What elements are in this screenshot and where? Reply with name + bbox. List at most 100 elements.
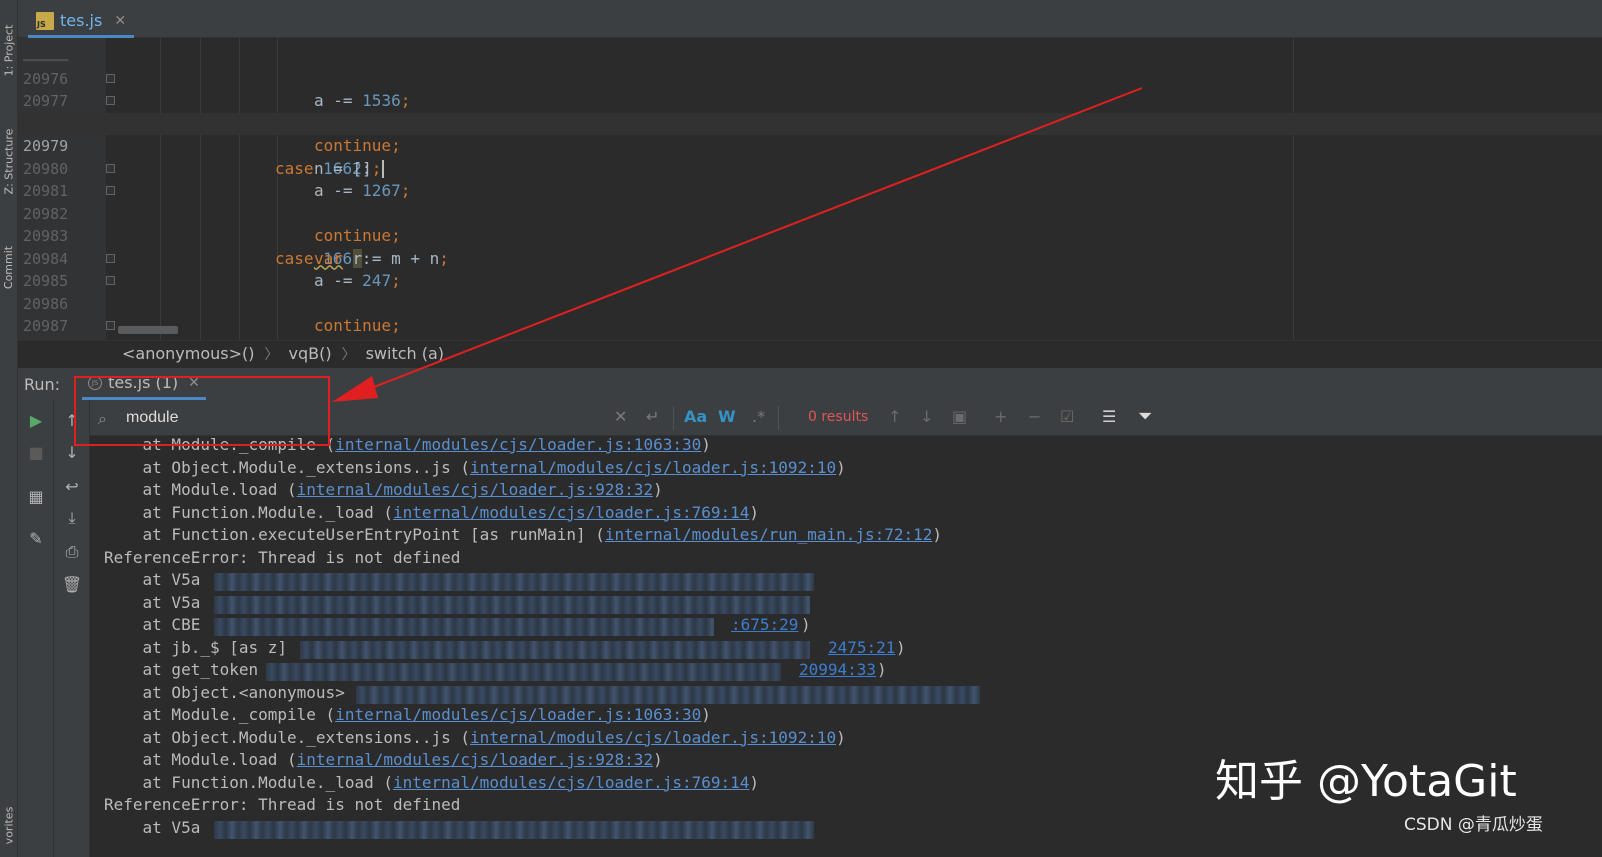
run-toolbar-secondary: ↑ ↓ ↩ ⤓ ⎙ 🗑 [54,400,90,857]
console-line: at get_token 20994:33) [104,659,887,682]
filter-icon[interactable]: ⏷ [1138,406,1152,427]
stack-link[interactable]: internal/modules/cjs/loader.js:1092:10 [470,728,836,747]
console-line: at Function.Module._load (internal/modul… [104,502,760,522]
code-line: 20981 continue; [18,158,1602,245]
code-line: 20987 break [18,293,1602,340]
structure-tool-tab[interactable]: Z: Structure [0,116,18,206]
stack-link[interactable]: internal/modules/run_main.js:72:12 [605,525,933,544]
fold-marker-icon[interactable] [106,321,115,330]
project-tab-label: 1: Project [2,24,16,76]
console-line: at Module.load (internal/modules/cjs/loa… [104,750,663,769]
left-tool-stripe: 1: Project Z: Structure Commit vorites [0,0,18,857]
fold-marker-icon[interactable] [106,186,115,195]
javascript-file-icon: JS [36,11,54,30]
chevron-right-icon: 〉 [264,346,279,363]
stack-link[interactable]: 20994:33 [799,659,876,682]
search-options-icon[interactable]: ☰ [1102,407,1116,426]
favorites-tool-tab[interactable]: vorites [0,800,18,850]
scroll-to-end-icon[interactable]: ⤓ [60,506,84,530]
console-error-line: ReferenceError: Thread is not defined [104,795,461,814]
editor-tab-bar: JS tes.js ✕ [18,0,1602,38]
close-tab-icon[interactable]: ✕ [114,13,126,29]
fold-marker-icon[interactable] [106,96,115,105]
console-error-line: ReferenceError: Thread is not defined [104,547,461,567]
divider [673,406,674,430]
run-title: Run: [24,374,61,394]
horizontal-scrollbar[interactable] [118,326,178,334]
project-tool-tab[interactable]: 1: Project [0,10,18,90]
code-line: 20983 var r = m + n; [23,227,449,268]
code-line: 20985 continue; [18,248,1602,335]
console-line: at Function.executeUserEntryPoint [as ru… [104,525,943,544]
redacted-region [214,573,814,591]
print-icon[interactable]: ⎙ [60,540,84,564]
stack-link[interactable]: 2475:21 [828,637,895,660]
new-line-icon[interactable]: ↵ [646,407,659,426]
rerun-icon[interactable]: ▶ [24,408,48,432]
current-code-line: 20979 n = []; [18,112,1602,178]
console-line: at CBE:675:29) [104,614,811,637]
stack-link[interactable]: internal/modules/cjs/loader.js:1063:30 [335,436,701,454]
console-line: at jb._$ [as z] 2475:21) [104,637,906,660]
fold-marker-icon[interactable] [106,276,115,285]
stack-link[interactable]: internal/modules/cjs/loader.js:769:14 [393,773,749,792]
console-line: at V5a [104,817,201,837]
structure-tab-label: Z: Structure [2,128,16,194]
match-case-toggle[interactable]: Aa [684,407,707,426]
select-all-occurrences-icon[interactable]: ▣ [952,407,967,426]
code-line: 20984 a -= 247; [23,249,401,291]
code-editor[interactable]: ▔▔▔▔▔ 20976 a -= 1536; 20977 continue; 2… [18,38,1602,340]
favorites-tab-label: vorites [2,806,16,844]
code-line: 20978 case 1662: [18,90,1602,178]
console-line: at Function.Module._load (internal/modul… [104,772,760,792]
breadcrumb-item[interactable]: switch (a) [366,344,444,363]
select-all-matches-icon[interactable]: ☑ [1060,407,1074,426]
regex-toggle[interactable]: .* [752,407,765,426]
commit-tool-tab[interactable]: Commit [0,232,18,302]
redacted-region [266,663,781,681]
next-occurrence-icon[interactable]: ↓ [920,407,933,426]
console-line: at Module._compile (internal/modules/cjs… [104,705,711,724]
redacted-region [300,641,810,659]
trash-icon[interactable]: 🗑 [60,572,84,596]
breadcrumb-item[interactable]: <anonymous>() [122,344,255,363]
fold-marker-icon[interactable] [106,73,115,83]
zhihu-watermark: 知乎 @YotaGit [1215,756,1517,807]
stack-link[interactable]: internal/modules/cjs/loader.js:1092:10 [470,458,836,477]
stack-link[interactable]: internal/modules/cjs/loader.js:928:32 [297,750,653,769]
commit-tab-label: Commit [2,245,16,289]
fold-marker-icon[interactable] [106,253,115,263]
code-line: 20982 case 1663: [18,180,1602,268]
layout-icon[interactable]: ▦ [24,484,48,508]
add-occurrence-icon[interactable]: + [994,407,1007,426]
code-line: 20988 } [18,315,1602,340]
stack-link[interactable]: internal/modules/cjs/loader.js:1063:30 [335,705,701,724]
console-line: at Object.Module._extensions..js (intern… [104,457,846,477]
stack-link[interactable]: :675:29 [731,614,798,637]
console-line: at Object.Module._extensions..js (intern… [104,727,846,747]
code-line: 20986 } [18,270,1602,340]
stack-link[interactable]: internal/modules/cjs/loader.js:928:32 [297,480,653,499]
redacted-region [356,686,980,704]
stop-icon[interactable]: ■ [24,440,48,464]
run-toolbar-primary: ▶ ■ ▦ ✎ [18,400,54,857]
stack-link[interactable]: internal/modules/cjs/loader.js:769:14 [393,503,749,522]
clear-search-icon[interactable]: ✕ [614,407,627,426]
annotation-highlight-box [74,376,330,446]
editor-tab-tes-js[interactable]: JS tes.js ✕ [28,6,135,38]
whole-words-toggle[interactable]: W [718,407,736,426]
previous-occurrence-icon[interactable]: ↑ [888,407,901,426]
chevron-right-icon: 〉 [341,346,356,363]
remove-occurrence-icon[interactable]: − [1028,407,1041,426]
console-line: at V5a [104,570,201,589]
fold-marker-icon[interactable] [106,163,115,173]
breadcrumb-item[interactable]: vqB() [289,344,332,363]
pin-icon[interactable]: ✎ [24,526,48,550]
console-line: at V5a [104,592,201,612]
code-line: 20977 continue; [18,68,1602,155]
console-line: at Object.<anonymous> [104,682,345,702]
redacted-region [214,821,814,839]
soft-wrap-icon[interactable]: ↩ [60,474,84,498]
editor-tab-label: tes.js [60,11,103,30]
code-line: 20976 a -= 1536; [23,69,411,111]
